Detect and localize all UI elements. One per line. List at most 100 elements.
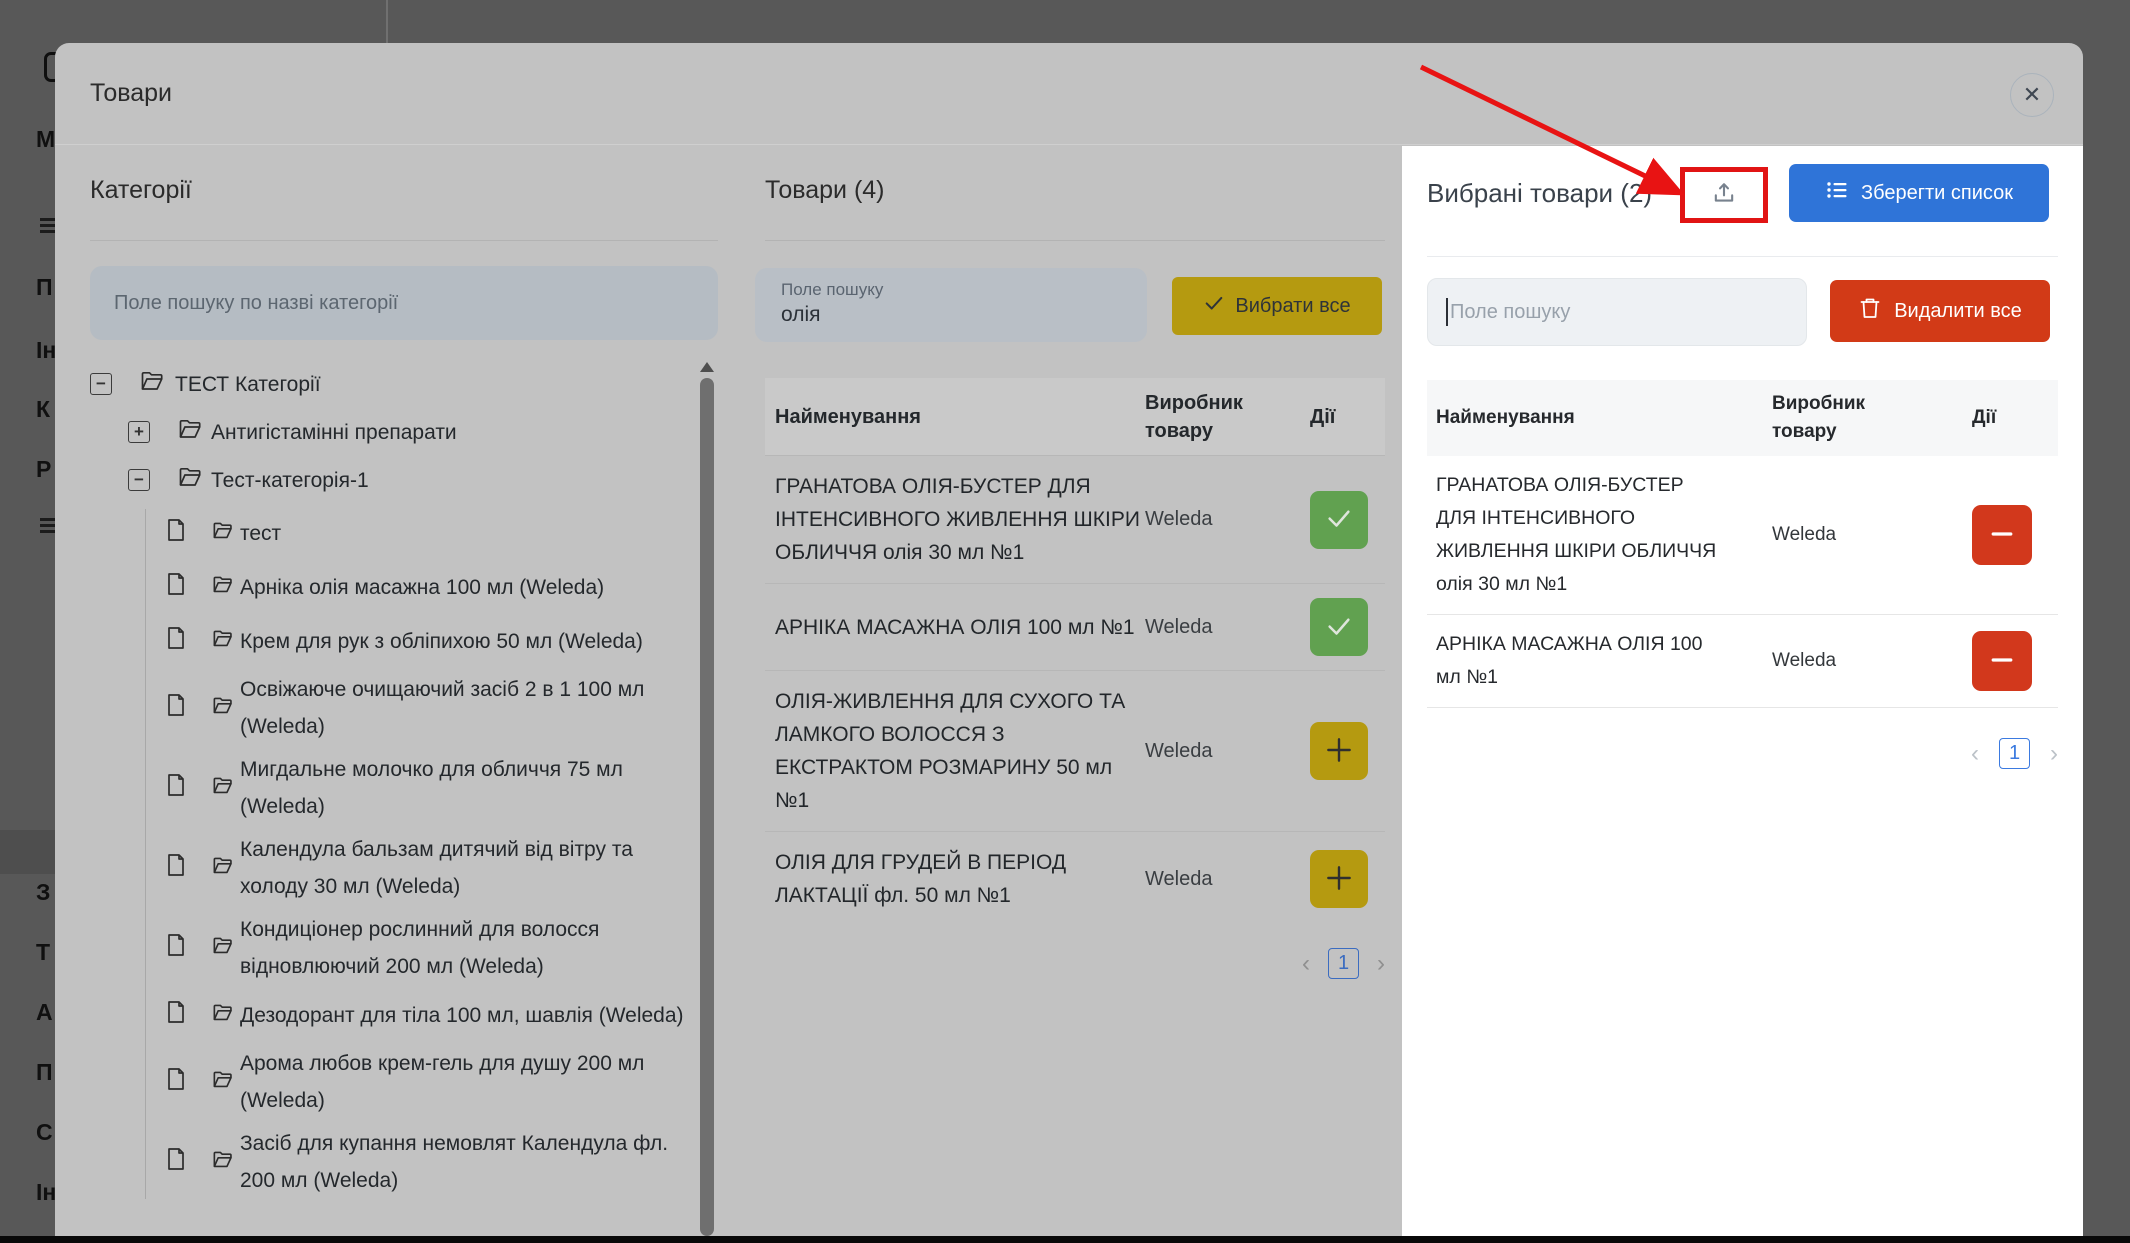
tree-item[interactable]: + Антигістамінні препарати [90, 408, 738, 456]
folder-icon [212, 856, 234, 881]
column-header: Дії [1972, 404, 2058, 432]
added-check-button[interactable] [1310, 598, 1368, 656]
folder-icon [212, 1070, 234, 1095]
product-vendor: Weleda [1145, 740, 1310, 763]
folder-icon [212, 629, 234, 654]
folder-icon [178, 466, 203, 494]
tree-item-label: Мигдальне молочко для обличчя 75 мл (Wel… [240, 751, 702, 825]
remove-product-button[interactable] [1972, 631, 2032, 691]
page-number-button[interactable]: 1 [1328, 948, 1359, 979]
table-header-row: Найменування Виробник товару Дії [765, 378, 1385, 455]
upload-icon [1710, 179, 1738, 212]
add-product-button[interactable] [1310, 850, 1368, 908]
minus-icon [1987, 519, 2017, 552]
category-tree: − ТЕСТ Категорії + Антигістамінні препар… [90, 360, 738, 1205]
sidebar-active-item [0, 830, 55, 874]
product-name: ГРАНАТОВА ОЛІЯ-БУСТЕР ДЛЯ ІНТЕНСИВНОГО Ж… [1427, 469, 1727, 601]
table-header-row: Найменування Виробник товару Дії [1427, 380, 2058, 456]
selected-search-placeholder: Поле пошуку [1450, 301, 1570, 324]
modal-title: Товари [90, 79, 172, 108]
folder-icon [212, 1003, 234, 1028]
screen-bottom-bar [0, 1236, 2130, 1243]
tree-item[interactable]: Засіб для купання немовлят Календула фл.… [146, 1125, 738, 1199]
expand-icon[interactable]: + [128, 421, 150, 443]
tree-item-label: Кондиціонер рослинний для волосся віднов… [240, 911, 702, 985]
product-vendor: Weleda [1145, 868, 1310, 891]
products-title: Товари (4) [765, 176, 885, 205]
product-name: АРНІКА МАСАЖНА ОЛІЯ 100 мл №1 [1427, 628, 1727, 694]
remove-product-button[interactable] [1972, 505, 2032, 565]
divider [1427, 256, 2058, 257]
page-divider [386, 0, 388, 43]
tree-item-label: Календула бальзам дитячий від вітру та х… [240, 831, 702, 905]
categories-title: Категорії [90, 176, 192, 205]
tree-item[interactable]: − Тест-категорія-1 [90, 456, 738, 504]
divider [765, 240, 1385, 241]
category-search-input[interactable]: Поле пошуку по назві категорії [90, 266, 718, 340]
scroll-up-icon[interactable] [700, 362, 714, 372]
product-name: ГРАНАТОВА ОЛІЯ-БУСТЕР ДЛЯ ІНТЕНСИВНОГО Ж… [765, 470, 1145, 569]
tree-item[interactable]: Кондиціонер рослинний для волосся віднов… [146, 911, 738, 985]
tree-scrollbar[interactable] [700, 362, 714, 1243]
prev-page-icon[interactable]: ‹ [1302, 949, 1310, 979]
collapse-icon[interactable]: − [90, 373, 112, 395]
save-list-button[interactable]: Зберегти список [1789, 164, 2049, 222]
tree-item[interactable]: тест [146, 509, 738, 557]
tree-item[interactable]: Арома любов крем-гель для душу 200 мл (W… [146, 1045, 738, 1119]
tree-item-label: тест [240, 515, 281, 552]
products-table: Найменування Виробник товару Дії ГРАНАТО… [765, 378, 1385, 926]
selected-search-input[interactable]: Поле пошуку [1427, 278, 1807, 346]
selected-pagination: ‹ 1 › [1427, 738, 2058, 769]
plus-icon [1323, 734, 1355, 769]
column-header: Дії [1310, 403, 1385, 431]
page-icon [167, 573, 185, 601]
page-icon [167, 1068, 185, 1096]
tree-item[interactable]: Освіжаюче очищаючий засіб 2 в 1 100 мл (… [146, 671, 738, 745]
delete-all-button[interactable]: Видалити все [1830, 280, 2050, 342]
tree-item[interactable]: Арніка олія масажна 100 мл (Weleda) [146, 563, 738, 611]
added-check-button[interactable] [1310, 491, 1368, 549]
product-name: ОЛІЯ-ЖИВЛЕННЯ ДЛЯ СУХОГО ТА ЛАМКОГО ВОЛО… [765, 685, 1145, 817]
tree-item[interactable]: − ТЕСТ Категорії [90, 360, 738, 408]
modal-header: Товари ✕ [55, 43, 2083, 145]
divider [90, 240, 718, 241]
table-row: ГРАНАТОВА ОЛІЯ-БУСТЕР ДЛЯ ІНТЕНСИВНОГО Ж… [765, 455, 1385, 583]
product-search-input[interactable]: Поле пошуку олія [755, 268, 1147, 342]
product-vendor: Weleda [1772, 524, 1972, 546]
tree-item[interactable]: Календула бальзам дитячий від вітру та х… [146, 831, 738, 905]
check-icon [1203, 292, 1225, 320]
column-header: Виробник товару [1145, 389, 1265, 445]
tree-item[interactable]: Крем для рук з обліпихою 50 мл (Weleda) [146, 617, 738, 665]
tree-item[interactable]: Дезодорант для тіла 100 мл, шавлія (Wele… [146, 991, 738, 1039]
page-icon [167, 694, 185, 722]
collapse-icon[interactable]: − [128, 469, 150, 491]
add-product-button[interactable] [1310, 722, 1368, 780]
prev-page-icon[interactable]: ‹ [1971, 739, 1979, 769]
folder-icon [212, 521, 234, 546]
minus-icon [1987, 645, 2017, 678]
upload-button-highlight-box[interactable] [1680, 167, 1768, 223]
next-page-icon[interactable]: › [2050, 739, 2058, 769]
page-icon [167, 854, 185, 882]
plus-icon [1323, 862, 1355, 897]
selected-title: Вибрані товари (2) [1427, 178, 1652, 209]
product-search-value: олія [781, 303, 1147, 327]
select-all-label: Вибрати все [1235, 295, 1350, 318]
product-name: АРНІКА МАСАЖНА ОЛІЯ 100 мл №1 [765, 611, 1145, 644]
scrollbar-thumb[interactable] [700, 378, 714, 1236]
page-number-button[interactable]: 1 [1999, 738, 2030, 769]
tree-item-label: Крем для рук з обліпихою 50 мл (Weleda) [240, 623, 643, 660]
tree-item[interactable]: Мигдальне молочко для обличчя 75 мл (Wel… [146, 751, 738, 825]
select-all-button[interactable]: Вибрати все [1172, 277, 1382, 335]
tree-item-label: Засіб для купання немовлят Календула фл.… [240, 1125, 702, 1199]
tree-item-label: Арніка олія масажна 100 мл (Weleda) [240, 569, 604, 606]
products-modal: Товари ✕ Категорії Поле пошуку по назві … [55, 43, 2083, 1243]
folder-icon [212, 936, 234, 961]
selected-products-panel: Вибрані товари (2) Зберегти список Поле … [1402, 146, 2083, 1243]
next-page-icon[interactable]: › [1377, 949, 1385, 979]
close-icon[interactable]: ✕ [2010, 73, 2054, 117]
page-icon [167, 627, 185, 655]
check-icon [1324, 503, 1354, 536]
folder-icon [178, 418, 203, 446]
page-icon [167, 934, 185, 962]
